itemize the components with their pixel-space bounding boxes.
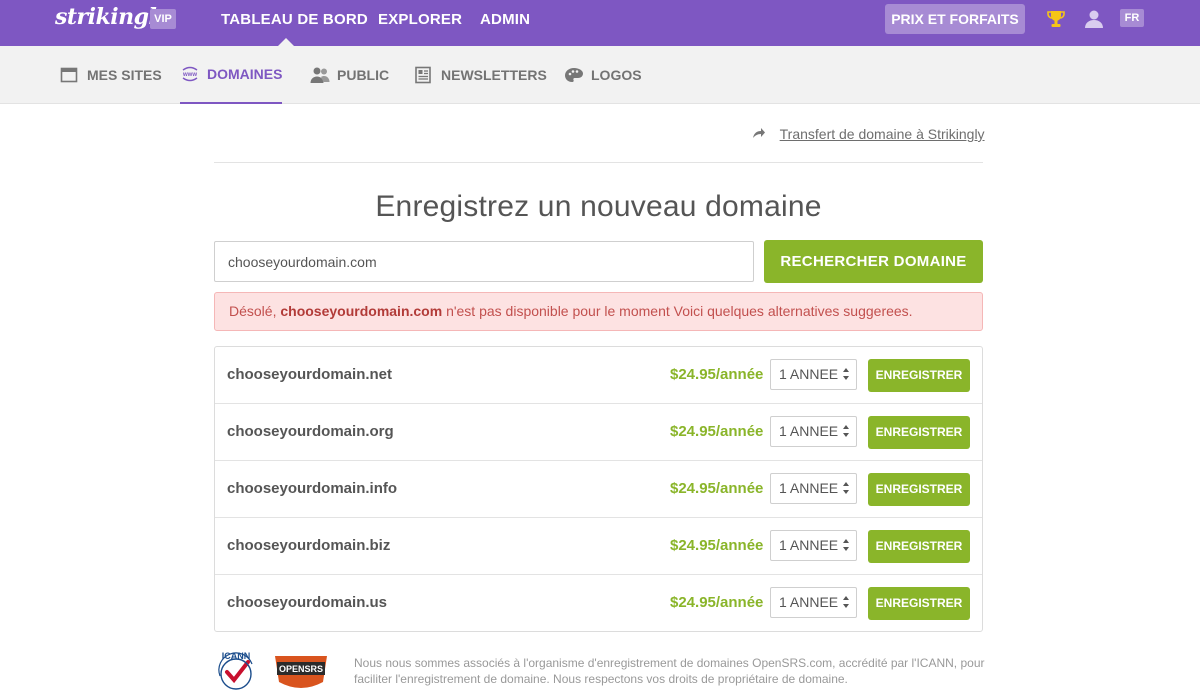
subnav-public[interactable]: PUBLIC: [310, 46, 389, 104]
user-icon[interactable]: [1083, 8, 1105, 30]
domain-price: $24.95/année: [670, 480, 764, 497]
select-arrows-icon: [843, 368, 849, 380]
domain-name: chooseyourdomain.biz: [227, 537, 391, 554]
footer-disclaimer: Nous nous sommes associés à l'organisme …: [354, 656, 985, 686]
subnav-label: LOGOS: [591, 67, 642, 83]
pricing-button[interactable]: PRIX ET FORFAITS: [885, 4, 1025, 34]
subnav-label: PUBLIC: [337, 67, 390, 83]
domain-name: chooseyourdomain.net: [227, 366, 393, 383]
transfer-link-text: Transfert de domaine à Strikingly: [779, 126, 985, 142]
register-button[interactable]: ENREGISTRER: [868, 530, 970, 563]
subnav-label: NEWSLETTERS: [441, 67, 547, 83]
domain-price: $24.95/année: [670, 423, 764, 440]
alert-suffix: n'est pas disponible pour le moment Voic…: [446, 303, 913, 319]
unavailable-alert: Désolé, chooseyourdomain.com n'est pas d…: [214, 292, 983, 331]
subnav-domaines[interactable]: www DOMAINES: [180, 46, 283, 104]
select-arrows-icon: [843, 482, 849, 494]
opensrs-label: OPENSRS: [279, 664, 323, 674]
nav-tableau-de-bord[interactable]: TABLEAU DE BORD: [221, 11, 368, 28]
period-value: 1 ANNEE: [779, 537, 839, 553]
period-value: 1 ANNEE: [779, 594, 839, 610]
share-arrow-icon: [752, 127, 766, 142]
period-select[interactable]: 1 ANNEE: [770, 416, 857, 447]
window-icon: [60, 66, 78, 84]
subnav-logos[interactable]: LOGOS: [564, 46, 642, 104]
domain-row: chooseyourdomain.info $24.95/année 1 ANN…: [215, 461, 982, 518]
register-button[interactable]: ENREGISTRER: [868, 587, 970, 620]
opensrs-logo: OPENSRS: [269, 648, 333, 690]
top-navbar: strikingly VIP TABLEAU DE BORD EXPLORER …: [0, 0, 1200, 46]
select-arrows-icon: [843, 596, 849, 608]
register-button[interactable]: ENREGISTRER: [868, 473, 970, 506]
nav-admin[interactable]: ADMIN: [480, 11, 530, 28]
domain-name: chooseyourdomain.us: [227, 594, 388, 611]
search-domain-button[interactable]: RECHERCHER DOMAINE: [764, 240, 983, 283]
trophy-icon[interactable]: [1045, 8, 1067, 30]
register-button[interactable]: ENREGISTRER: [868, 416, 970, 449]
period-select[interactable]: 1 ANNEE: [770, 530, 857, 561]
subnav-mes-sites[interactable]: MES SITES: [60, 46, 162, 104]
period-value: 1 ANNEE: [779, 366, 839, 382]
domain-results-list: chooseyourdomain.net $24.95/année 1 ANNE…: [214, 346, 983, 632]
register-button[interactable]: ENREGISTRER: [868, 359, 970, 392]
domain-row: chooseyourdomain.net $24.95/année 1 ANNE…: [215, 347, 982, 404]
palette-icon: [564, 66, 583, 84]
domain-row: chooseyourdomain.biz $24.95/année 1 ANNE…: [215, 518, 982, 575]
people-icon: [310, 66, 330, 84]
period-select[interactable]: 1 ANNEE: [770, 473, 857, 504]
alert-domain: chooseyourdomain.com: [280, 303, 443, 319]
sub-navbar: MES SITES www DOMAINES PUBLIC NEWSLETTER…: [0, 46, 1200, 104]
domain-search-input[interactable]: [214, 241, 754, 282]
divider: [214, 162, 983, 163]
subnav-label: MES SITES: [87, 67, 162, 83]
domain-row: chooseyourdomain.us $24.95/année 1 ANNEE…: [215, 575, 982, 632]
period-select[interactable]: 1 ANNEE: [770, 359, 857, 390]
page-title: Enregistrez un nouveau domaine: [375, 190, 822, 223]
period-select[interactable]: 1 ANNEE: [770, 587, 857, 618]
active-nav-caret: [278, 38, 294, 46]
domain-price: $24.95/année: [670, 594, 764, 611]
select-arrows-icon: [843, 425, 849, 437]
newsletter-icon: [414, 66, 432, 84]
domain-row: chooseyourdomain.org $24.95/année 1 ANNE…: [215, 404, 982, 461]
domain-name: chooseyourdomain.info: [227, 480, 398, 497]
period-value: 1 ANNEE: [779, 423, 839, 439]
domain-price: $24.95/année: [670, 537, 764, 554]
nav-explorer[interactable]: EXPLORER: [378, 11, 462, 28]
alert-prefix: Désolé,: [229, 303, 277, 319]
svg-text:www: www: [182, 72, 197, 78]
period-value: 1 ANNEE: [779, 480, 839, 496]
vip-badge: VIP: [150, 9, 176, 29]
language-selector[interactable]: FR: [1120, 9, 1144, 27]
domain-price: $24.95/année: [670, 366, 764, 383]
icann-logo: ICANN: [210, 646, 262, 691]
subnav-label: DOMAINES: [207, 66, 283, 82]
subnav-newsletters[interactable]: NEWSLETTERS: [414, 46, 547, 104]
transfer-domain-link[interactable]: Transfert de domaine à Strikingly: [752, 126, 985, 142]
domain-name: chooseyourdomain.org: [227, 423, 394, 440]
select-arrows-icon: [843, 539, 849, 551]
www-icon: www: [180, 65, 198, 83]
